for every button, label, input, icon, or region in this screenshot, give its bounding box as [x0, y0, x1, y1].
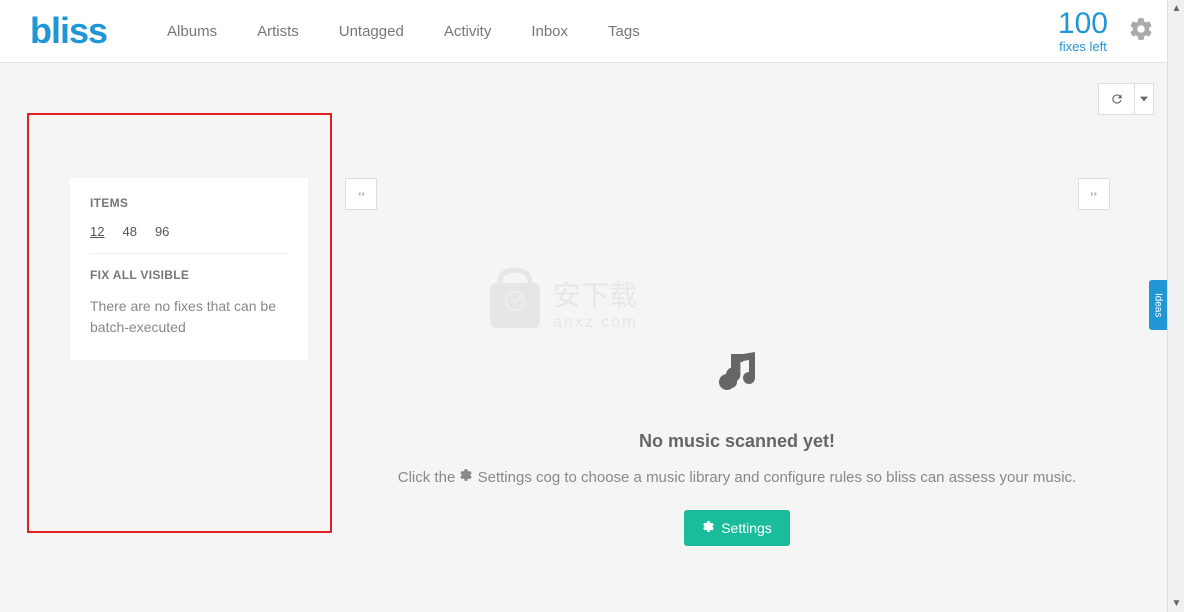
- nav-untagged[interactable]: Untagged: [339, 23, 404, 40]
- settings-button[interactable]: Settings: [684, 510, 790, 546]
- nav-artists[interactable]: Artists: [257, 23, 299, 40]
- logo[interactable]: bliss: [30, 10, 107, 52]
- fixes-label: fixes left: [1058, 39, 1108, 54]
- scrollbar[interactable]: ▲ ▼: [1167, 0, 1184, 612]
- toolbar: [0, 63, 1184, 125]
- music-icon: [711, 348, 763, 401]
- refresh-button[interactable]: [1098, 83, 1134, 115]
- nav-inbox[interactable]: Inbox: [531, 23, 568, 40]
- main-text: Click the Settings cog to choose a music…: [398, 466, 1076, 490]
- settings-button-label: Settings: [721, 520, 772, 536]
- divider: [90, 253, 288, 254]
- main-content: No music scanned yet! Click the Settings…: [340, 138, 1134, 612]
- items-options: 12 48 96: [90, 224, 288, 239]
- nav-tags[interactable]: Tags: [608, 23, 640, 40]
- scroll-down-icon[interactable]: ▼: [1168, 595, 1184, 612]
- items-option-48[interactable]: 48: [122, 224, 136, 239]
- header: bliss Albums Artists Untagged Activity I…: [0, 0, 1184, 63]
- fix-text: There are no fixes that can be batch-exe…: [90, 296, 288, 338]
- scroll-up-icon[interactable]: ▲: [1168, 0, 1184, 17]
- gear-icon[interactable]: [1128, 16, 1154, 47]
- gear-icon: [702, 520, 715, 536]
- ideas-tab[interactable]: Ideas: [1149, 280, 1167, 330]
- items-option-96[interactable]: 96: [155, 224, 169, 239]
- items-heading: ITEMS: [90, 196, 288, 210]
- toolbar-dropdown[interactable]: [1134, 83, 1154, 115]
- fixes-counter[interactable]: 100 fixes left: [1058, 9, 1108, 54]
- nav-albums[interactable]: Albums: [167, 23, 217, 40]
- fixes-count: 100: [1058, 9, 1108, 39]
- inline-gear-icon: [459, 466, 473, 490]
- fix-heading: FIX ALL VISIBLE: [90, 268, 288, 282]
- nav: Albums Artists Untagged Activity Inbox T…: [167, 23, 1058, 40]
- sidebar-card: ITEMS 12 48 96 FIX ALL VISIBLE There are…: [70, 178, 308, 360]
- nav-activity[interactable]: Activity: [444, 23, 492, 40]
- main-title: No music scanned yet!: [639, 431, 835, 452]
- items-option-12[interactable]: 12: [90, 224, 104, 239]
